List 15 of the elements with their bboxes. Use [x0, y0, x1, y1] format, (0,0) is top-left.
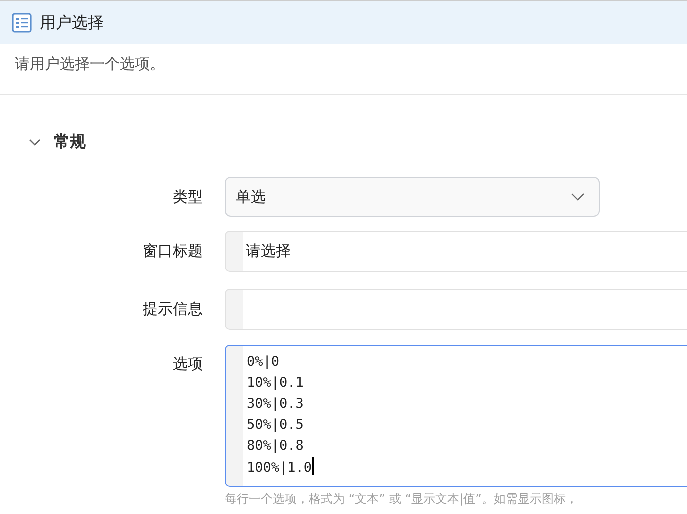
field-label: 窗口标题 — [143, 242, 203, 260]
section-title: 常规 — [54, 131, 86, 153]
caret-icon — [571, 193, 585, 201]
input-field[interactable]: 请选择 — [225, 231, 687, 272]
hint-text: 每行一个选项，格式为 “文本” 或 “显示文本|值”。如需显示图标， — [225, 491, 579, 508]
input-field[interactable] — [225, 289, 687, 330]
field-label: 类型 — [173, 188, 203, 206]
field-label: 选项 — [173, 355, 203, 373]
options-textarea[interactable]: 0%|0 10%|0.1 30%|0.3 50%|0.5 80%|0.8 100%|1.0 — [225, 345, 687, 487]
text-cursor — [312, 457, 314, 475]
window-title: 用户选择 — [40, 12, 104, 34]
field-label: 提示信息 — [143, 300, 203, 318]
type-dropdown[interactable]: 单选 — [225, 177, 600, 217]
list-icon — [12, 12, 32, 32]
description-text: 请用户选择一个选项。 — [15, 55, 165, 73]
